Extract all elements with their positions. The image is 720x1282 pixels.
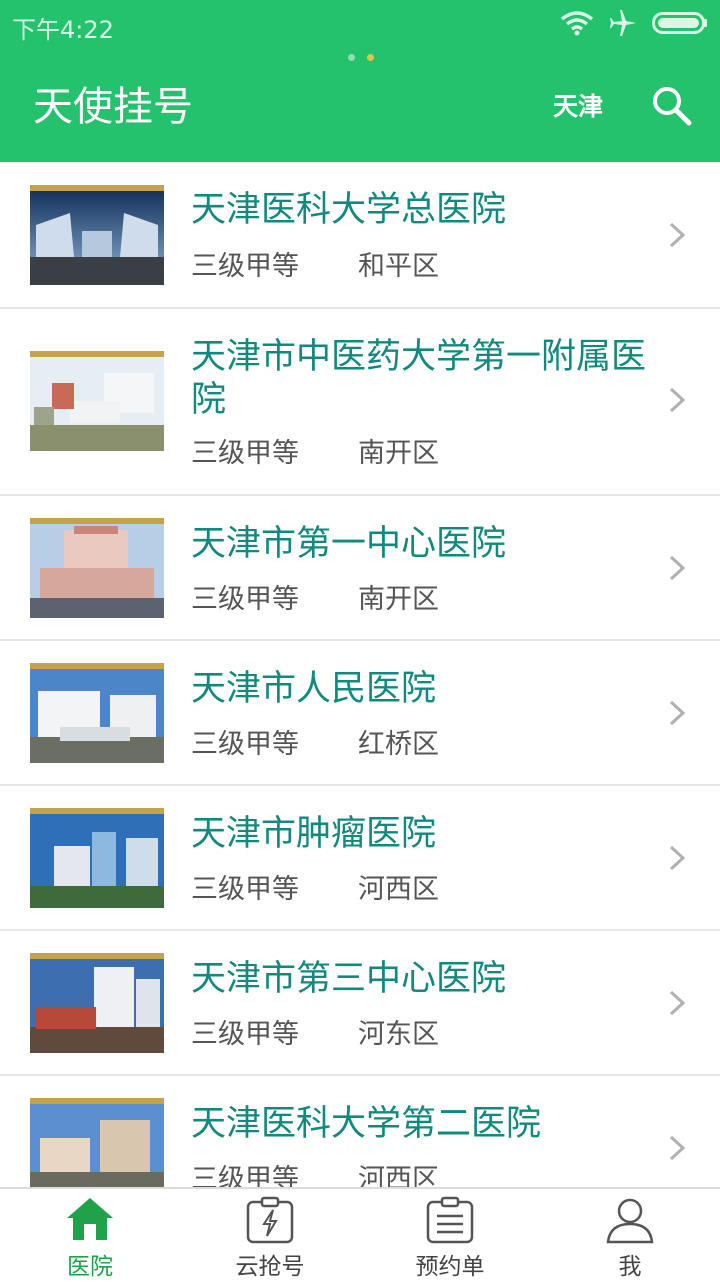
nav-hospital-label: 医院 bbox=[67, 1254, 113, 1280]
hospital-meta: 三级甲等 河西区 bbox=[191, 1163, 439, 1187]
chevron-right-icon bbox=[669, 1135, 686, 1161]
hospital-district: 南开区 bbox=[358, 584, 439, 615]
hospital-meta: 三级甲等 和平区 bbox=[191, 250, 439, 284]
page-indicator bbox=[348, 54, 374, 61]
chevron-right-icon bbox=[669, 387, 686, 413]
chevron-right-icon bbox=[669, 700, 686, 726]
nav-cloud-grab-label: 云抢号 bbox=[235, 1254, 305, 1280]
hospital-photo bbox=[30, 808, 164, 908]
hospital-meta: 三级甲等 河东区 bbox=[191, 1018, 439, 1052]
chevron-right-icon bbox=[669, 845, 686, 871]
battery-icon bbox=[652, 12, 707, 34]
hospital-name: 天津市中医药大学第一附属医院 bbox=[191, 337, 647, 420]
hospital-name: 天津市肿瘤医院 bbox=[191, 814, 437, 854]
hospital-photo bbox=[30, 185, 164, 285]
hospital-district: 和平区 bbox=[358, 251, 439, 282]
hospital-level: 三级甲等 bbox=[191, 251, 299, 282]
bottom-nav: 医院 云抢号 预约单 我 bbox=[0, 1187, 720, 1282]
hospital-row[interactable]: 天津市中医药大学第一附属医院 三级甲等 南开区 bbox=[0, 309, 720, 496]
nav-me-label: 我 bbox=[618, 1254, 642, 1280]
lightning-clipboard-icon bbox=[246, 1196, 294, 1244]
hospital-meta: 三级甲等 南开区 bbox=[191, 583, 439, 617]
home-icon bbox=[67, 1198, 113, 1240]
airplane-icon bbox=[610, 10, 636, 36]
hospital-row[interactable]: 天津市人民医院 三级甲等 红桥区 bbox=[0, 641, 720, 786]
hospital-district: 河西区 bbox=[358, 1164, 439, 1187]
hospital-district: 红桥区 bbox=[358, 729, 439, 760]
search-icon bbox=[653, 87, 692, 126]
page-dot bbox=[348, 54, 355, 61]
status-icons bbox=[560, 8, 708, 38]
hospital-level: 三级甲等 bbox=[191, 729, 299, 760]
user-icon bbox=[606, 1198, 654, 1244]
hospital-name: 天津市第一中心医院 bbox=[191, 524, 507, 564]
nav-cloud-grab[interactable]: 云抢号 bbox=[180, 1189, 360, 1282]
hospital-district: 南开区 bbox=[358, 438, 439, 469]
hospital-level: 三级甲等 bbox=[191, 1164, 299, 1187]
hospital-row[interactable]: 天津市第一中心医院 三级甲等 南开区 bbox=[0, 496, 720, 641]
hospital-name: 天津市人民医院 bbox=[191, 669, 437, 709]
hospital-name: 天津医科大学总医院 bbox=[191, 190, 507, 230]
hospital-photo bbox=[30, 518, 164, 618]
hospital-row[interactable]: 天津医科大学总医院 三级甲等 和平区 bbox=[0, 162, 720, 309]
status-time: 下午4:22 bbox=[12, 16, 114, 44]
page-dot-active bbox=[367, 54, 374, 61]
hospital-level: 三级甲等 bbox=[191, 438, 299, 469]
hospital-level: 三级甲等 bbox=[191, 1019, 299, 1050]
hospital-row[interactable]: 天津市第三中心医院 三级甲等 河东区 bbox=[0, 931, 720, 1076]
hospital-district: 河东区 bbox=[358, 1019, 439, 1050]
hospital-photo bbox=[30, 1098, 164, 1187]
hospital-list[interactable]: 天津医科大学总医院 三级甲等 和平区 天津市中医药大学第一附属医院 三级甲等 南… bbox=[0, 162, 720, 1187]
hospital-name: 天津市第三中心医院 bbox=[191, 959, 507, 999]
hospital-row[interactable]: 天津医科大学第二医院 三级甲等 河西区 bbox=[0, 1076, 720, 1187]
hospital-row[interactable]: 天津市肿瘤医院 三级甲等 河西区 bbox=[0, 786, 720, 931]
nav-orders[interactable]: 预约单 bbox=[360, 1189, 540, 1282]
chevron-right-icon bbox=[669, 990, 686, 1016]
hospital-meta: 三级甲等 河西区 bbox=[191, 873, 439, 907]
nav-orders-label: 预约单 bbox=[415, 1254, 485, 1280]
hospital-meta: 三级甲等 红桥区 bbox=[191, 728, 439, 762]
hospital-photo bbox=[30, 351, 164, 451]
app-title: 天使挂号 bbox=[33, 84, 193, 130]
clipboard-list-icon bbox=[426, 1196, 474, 1244]
hospital-photo bbox=[30, 663, 164, 763]
nav-me[interactable]: 我 bbox=[540, 1189, 720, 1282]
search-button[interactable] bbox=[650, 84, 694, 128]
hospital-photo bbox=[30, 953, 164, 1053]
hospital-name: 天津医科大学第二医院 bbox=[191, 1104, 542, 1144]
app-header: 下午4:22 天使挂号 天津 bbox=[0, 0, 720, 162]
hospital-meta: 三级甲等 南开区 bbox=[191, 437, 439, 471]
hospital-level: 三级甲等 bbox=[191, 874, 299, 905]
chevron-right-icon bbox=[669, 222, 686, 248]
hospital-level: 三级甲等 bbox=[191, 584, 299, 615]
city-selector[interactable]: 天津 bbox=[553, 90, 603, 124]
hospital-district: 河西区 bbox=[358, 874, 439, 905]
wifi-icon bbox=[560, 11, 594, 36]
nav-hospital[interactable]: 医院 bbox=[0, 1189, 180, 1282]
chevron-right-icon bbox=[669, 555, 686, 581]
